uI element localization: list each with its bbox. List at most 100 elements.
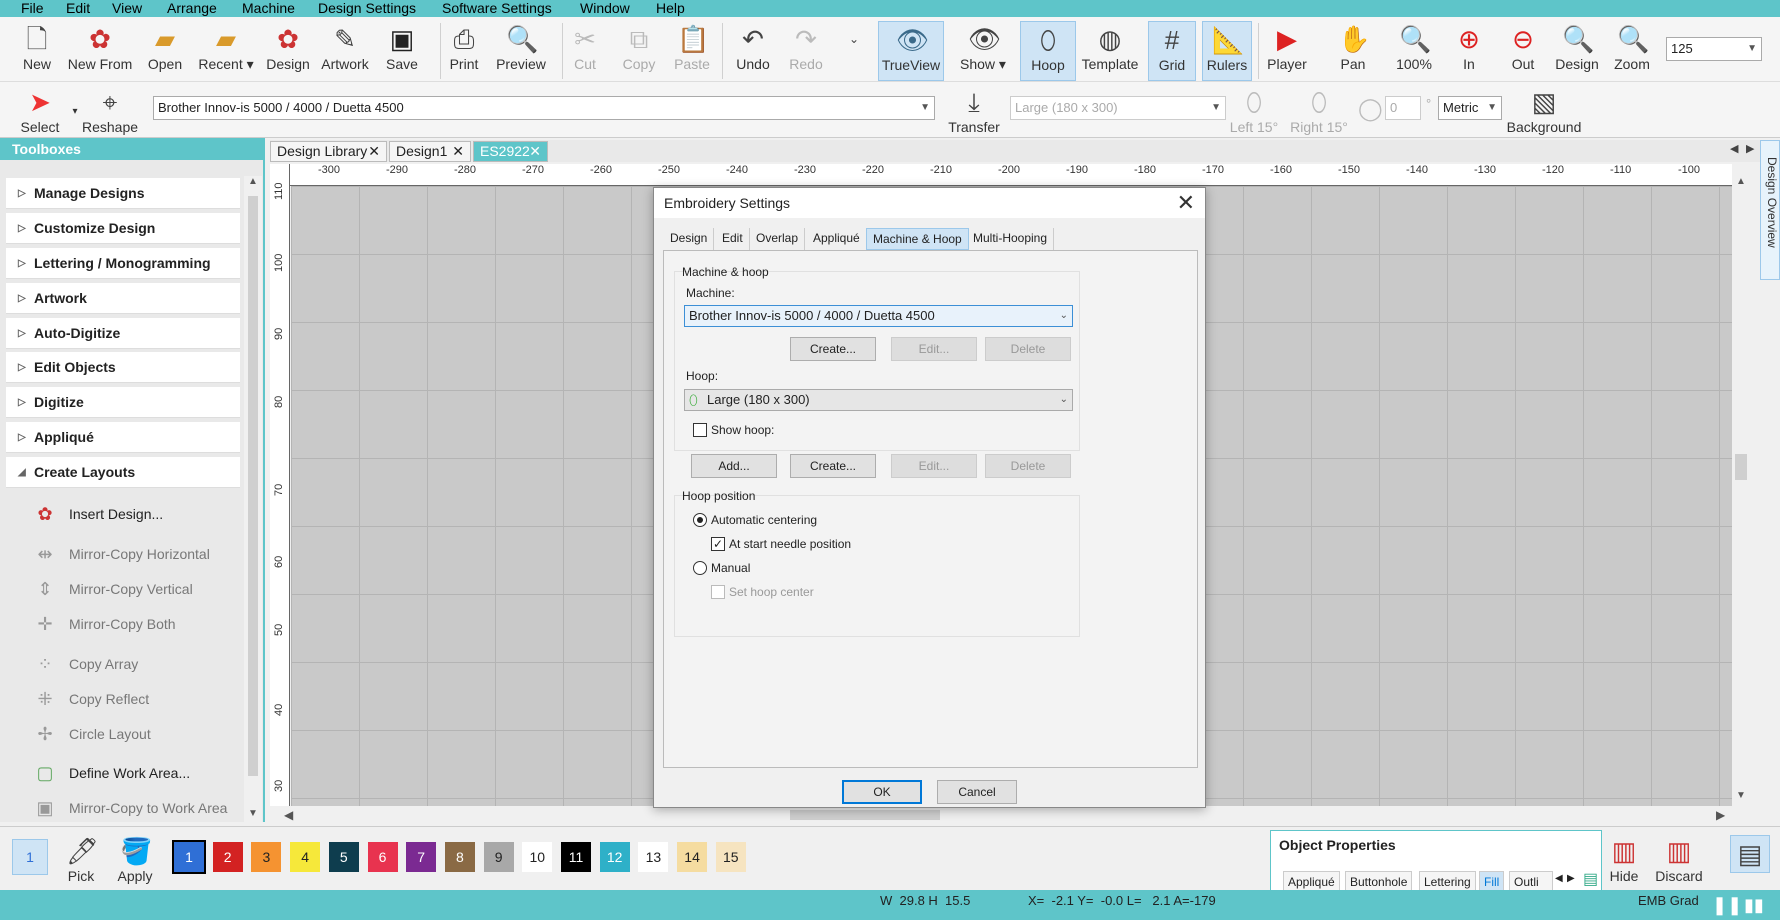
set-hoop-center-checkbox[interactable] bbox=[711, 585, 725, 599]
hoop-combo[interactable]: Large (180 x 300) ▼ bbox=[1010, 96, 1226, 120]
panel-toggle-button[interactable]: ▤ bbox=[1730, 835, 1770, 873]
hoop-select[interactable]: ⬯ Large (180 x 300) ⌄ bbox=[684, 389, 1073, 411]
close-icon[interactable]: ✕ bbox=[452, 142, 464, 161]
menu-arrange[interactable]: Arrange bbox=[167, 0, 217, 16]
menu-machine[interactable]: Machine bbox=[242, 0, 295, 16]
color-swatch[interactable]: 14 bbox=[677, 842, 708, 872]
hoop-button[interactable]: ⬯ Hoop bbox=[1020, 21, 1076, 81]
tool-mirror-copy-horizontal[interactable]: ⇹ Mirror-Copy Horizontal bbox=[30, 540, 240, 568]
category-manage-designs[interactable]: ▷ Manage Designs bbox=[6, 178, 240, 209]
menu-view[interactable]: View bbox=[112, 0, 142, 16]
tool-mirror-copy-work-area[interactable]: ▣ Mirror-Copy to Work Area bbox=[30, 794, 240, 822]
discard-button[interactable]: ▥ Discard bbox=[1650, 833, 1708, 893]
pick-button[interactable]: 🖊 Pick bbox=[62, 833, 100, 893]
machine-edit-button[interactable]: Edit... bbox=[891, 337, 977, 361]
machine-combo[interactable]: Brother Innov-is 5000 / 4000 / Duetta 45… bbox=[153, 96, 935, 120]
tab-scroll-left-icon[interactable]: ◀ bbox=[1730, 142, 1738, 155]
color-swatch[interactable]: 12 bbox=[599, 842, 630, 872]
ok-button[interactable]: OK bbox=[842, 780, 922, 804]
category-edit-objects[interactable]: ▷ Edit Objects bbox=[6, 352, 240, 383]
tab-scroll-right-icon[interactable]: ▶ bbox=[1746, 142, 1754, 155]
tab-scroll-left-icon[interactable]: ◀ bbox=[1555, 873, 1563, 884]
tool-define-work-area[interactable]: ▢ Define Work Area... bbox=[30, 759, 240, 787]
color-swatch[interactable]: 9 bbox=[483, 842, 514, 872]
select-button[interactable]: ➤ Select bbox=[14, 84, 66, 144]
menu-design-settings[interactable]: Design Settings bbox=[318, 0, 416, 16]
machine-select[interactable]: Brother Innov-is 5000 / 4000 / Duetta 45… bbox=[684, 305, 1073, 327]
menu-window[interactable]: Window bbox=[580, 0, 630, 16]
category-create-layouts[interactable]: ◢ Create Layouts bbox=[6, 457, 240, 488]
show-hoop-checkbox[interactable] bbox=[693, 423, 707, 437]
paste-button[interactable]: 📋 Paste bbox=[672, 21, 712, 81]
rotate-left-15-button[interactable]: ⬯ Left 15° bbox=[1228, 84, 1280, 144]
zoom-out-button[interactable]: ⊖ Out bbox=[1502, 21, 1544, 81]
units-combo[interactable]: Metric ▼ bbox=[1438, 96, 1502, 120]
category-customize-design[interactable]: ▷ Customize Design bbox=[6, 213, 240, 244]
hoop-create-button[interactable]: Create... bbox=[790, 454, 876, 478]
template-button[interactable]: ◍ Template bbox=[1078, 21, 1142, 81]
tab-es2922[interactable]: ES2922 ✕ bbox=[473, 141, 548, 162]
category-applique[interactable]: ▷ Appliqué bbox=[6, 422, 240, 453]
hoop-delete-button[interactable]: Delete bbox=[985, 454, 1071, 478]
hoop-edit-button[interactable]: Edit... bbox=[891, 454, 977, 478]
color-swatch[interactable]: 3 bbox=[251, 842, 282, 872]
close-icon[interactable]: ✕ bbox=[529, 142, 541, 161]
rotate-right-15-button[interactable]: ⬯ Right 15° bbox=[1290, 84, 1348, 144]
new-button[interactable]: 🗋 New bbox=[14, 21, 60, 81]
category-artwork[interactable]: ▷ Artwork bbox=[6, 283, 240, 314]
machine-create-button[interactable]: Create... bbox=[790, 337, 876, 361]
reshape-button[interactable]: ⌖ Reshape bbox=[82, 84, 138, 144]
design-button[interactable]: ✿ Design bbox=[264, 21, 312, 81]
color-swatch[interactable]: 15 bbox=[715, 842, 746, 872]
redo-button[interactable]: ↷ Redo bbox=[786, 21, 826, 81]
apply-button[interactable]: 🪣 Apply bbox=[112, 833, 158, 893]
tool-mirror-copy-both[interactable]: ✛ Mirror-Copy Both bbox=[30, 610, 240, 638]
panel-icon[interactable]: ▮▮ bbox=[1744, 894, 1764, 916]
color-swatch[interactable]: 4 bbox=[290, 842, 321, 872]
tool-copy-array[interactable]: ⁘ Copy Array bbox=[30, 650, 240, 678]
pause-icon[interactable]: ❚❚ bbox=[1712, 894, 1742, 916]
new-from-button[interactable]: ✿ New From bbox=[66, 21, 134, 81]
color-swatch[interactable]: 5 bbox=[328, 842, 359, 872]
tab-machine-hoop[interactable]: Machine & Hoop bbox=[866, 228, 969, 250]
zoom-level-combo[interactable]: 125 ▼ bbox=[1666, 37, 1762, 61]
zoom-button[interactable]: 🔍 Zoom bbox=[1608, 21, 1656, 81]
tab-overlap[interactable]: Overlap bbox=[750, 228, 806, 250]
color-swatch[interactable]: 2 bbox=[212, 842, 243, 872]
undo-button[interactable]: ↶ Undo bbox=[732, 21, 774, 81]
canvas-horizontal-scrollbar[interactable]: ◀ ▶ bbox=[280, 806, 1750, 824]
rulers-button[interactable]: 📐 Rulers bbox=[1202, 21, 1252, 81]
tab-scroll-right-icon[interactable]: ▶ bbox=[1567, 873, 1575, 884]
manual-radio[interactable] bbox=[693, 561, 707, 575]
canvas-vertical-scrollbar[interactable]: ▲ ▼ bbox=[1732, 164, 1750, 806]
color-swatch[interactable]: 13 bbox=[638, 842, 669, 872]
tab-applique[interactable]: Appliqué bbox=[807, 228, 867, 250]
toolboxes-scrollbar[interactable]: ▲ ▼ bbox=[244, 176, 262, 826]
scroll-thumb[interactable] bbox=[1735, 454, 1747, 480]
close-icon[interactable]: ✕ bbox=[1177, 191, 1195, 215]
current-color[interactable]: 1 bbox=[12, 839, 48, 875]
color-swatch[interactable]: 1 bbox=[172, 840, 206, 874]
artwork-button[interactable]: ✎ Artwork bbox=[318, 21, 372, 81]
category-auto-digitize[interactable]: ▷ Auto-Digitize bbox=[6, 318, 240, 349]
at-start-needle-checkbox[interactable]: ✓ bbox=[711, 537, 725, 551]
tab-design[interactable]: Design bbox=[664, 228, 715, 250]
menu-help[interactable]: Help bbox=[656, 0, 685, 16]
hide-button[interactable]: ▥ Hide bbox=[1604, 833, 1644, 893]
preview-button[interactable]: 🔍 Preview bbox=[494, 21, 548, 81]
show-button[interactable]: 👁 Show ▾ bbox=[958, 21, 1008, 81]
close-icon[interactable]: ✕ bbox=[368, 142, 380, 161]
tool-insert-design[interactable]: ✿ Insert Design... bbox=[30, 500, 240, 528]
color-swatch[interactable]: 7 bbox=[406, 842, 437, 872]
automatic-centering-radio[interactable] bbox=[693, 513, 707, 527]
tab-design-library[interactable]: Design Library ✕ bbox=[270, 141, 387, 162]
design-overview-tab[interactable]: Design Overview bbox=[1760, 140, 1780, 280]
color-swatch[interactable]: 11 bbox=[561, 842, 591, 872]
save-button[interactable]: ▣ Save bbox=[381, 21, 423, 81]
recent-button[interactable]: ▰ Recent ▾ bbox=[198, 21, 254, 81]
background-button[interactable]: ▧ Background bbox=[1506, 84, 1582, 144]
menu-edit[interactable]: Edit bbox=[66, 0, 90, 16]
color-swatch[interactable]: 10 bbox=[522, 842, 553, 872]
machine-delete-button[interactable]: Delete bbox=[985, 337, 1071, 361]
tool-mirror-copy-vertical[interactable]: ⇕ Mirror-Copy Vertical bbox=[30, 575, 240, 603]
